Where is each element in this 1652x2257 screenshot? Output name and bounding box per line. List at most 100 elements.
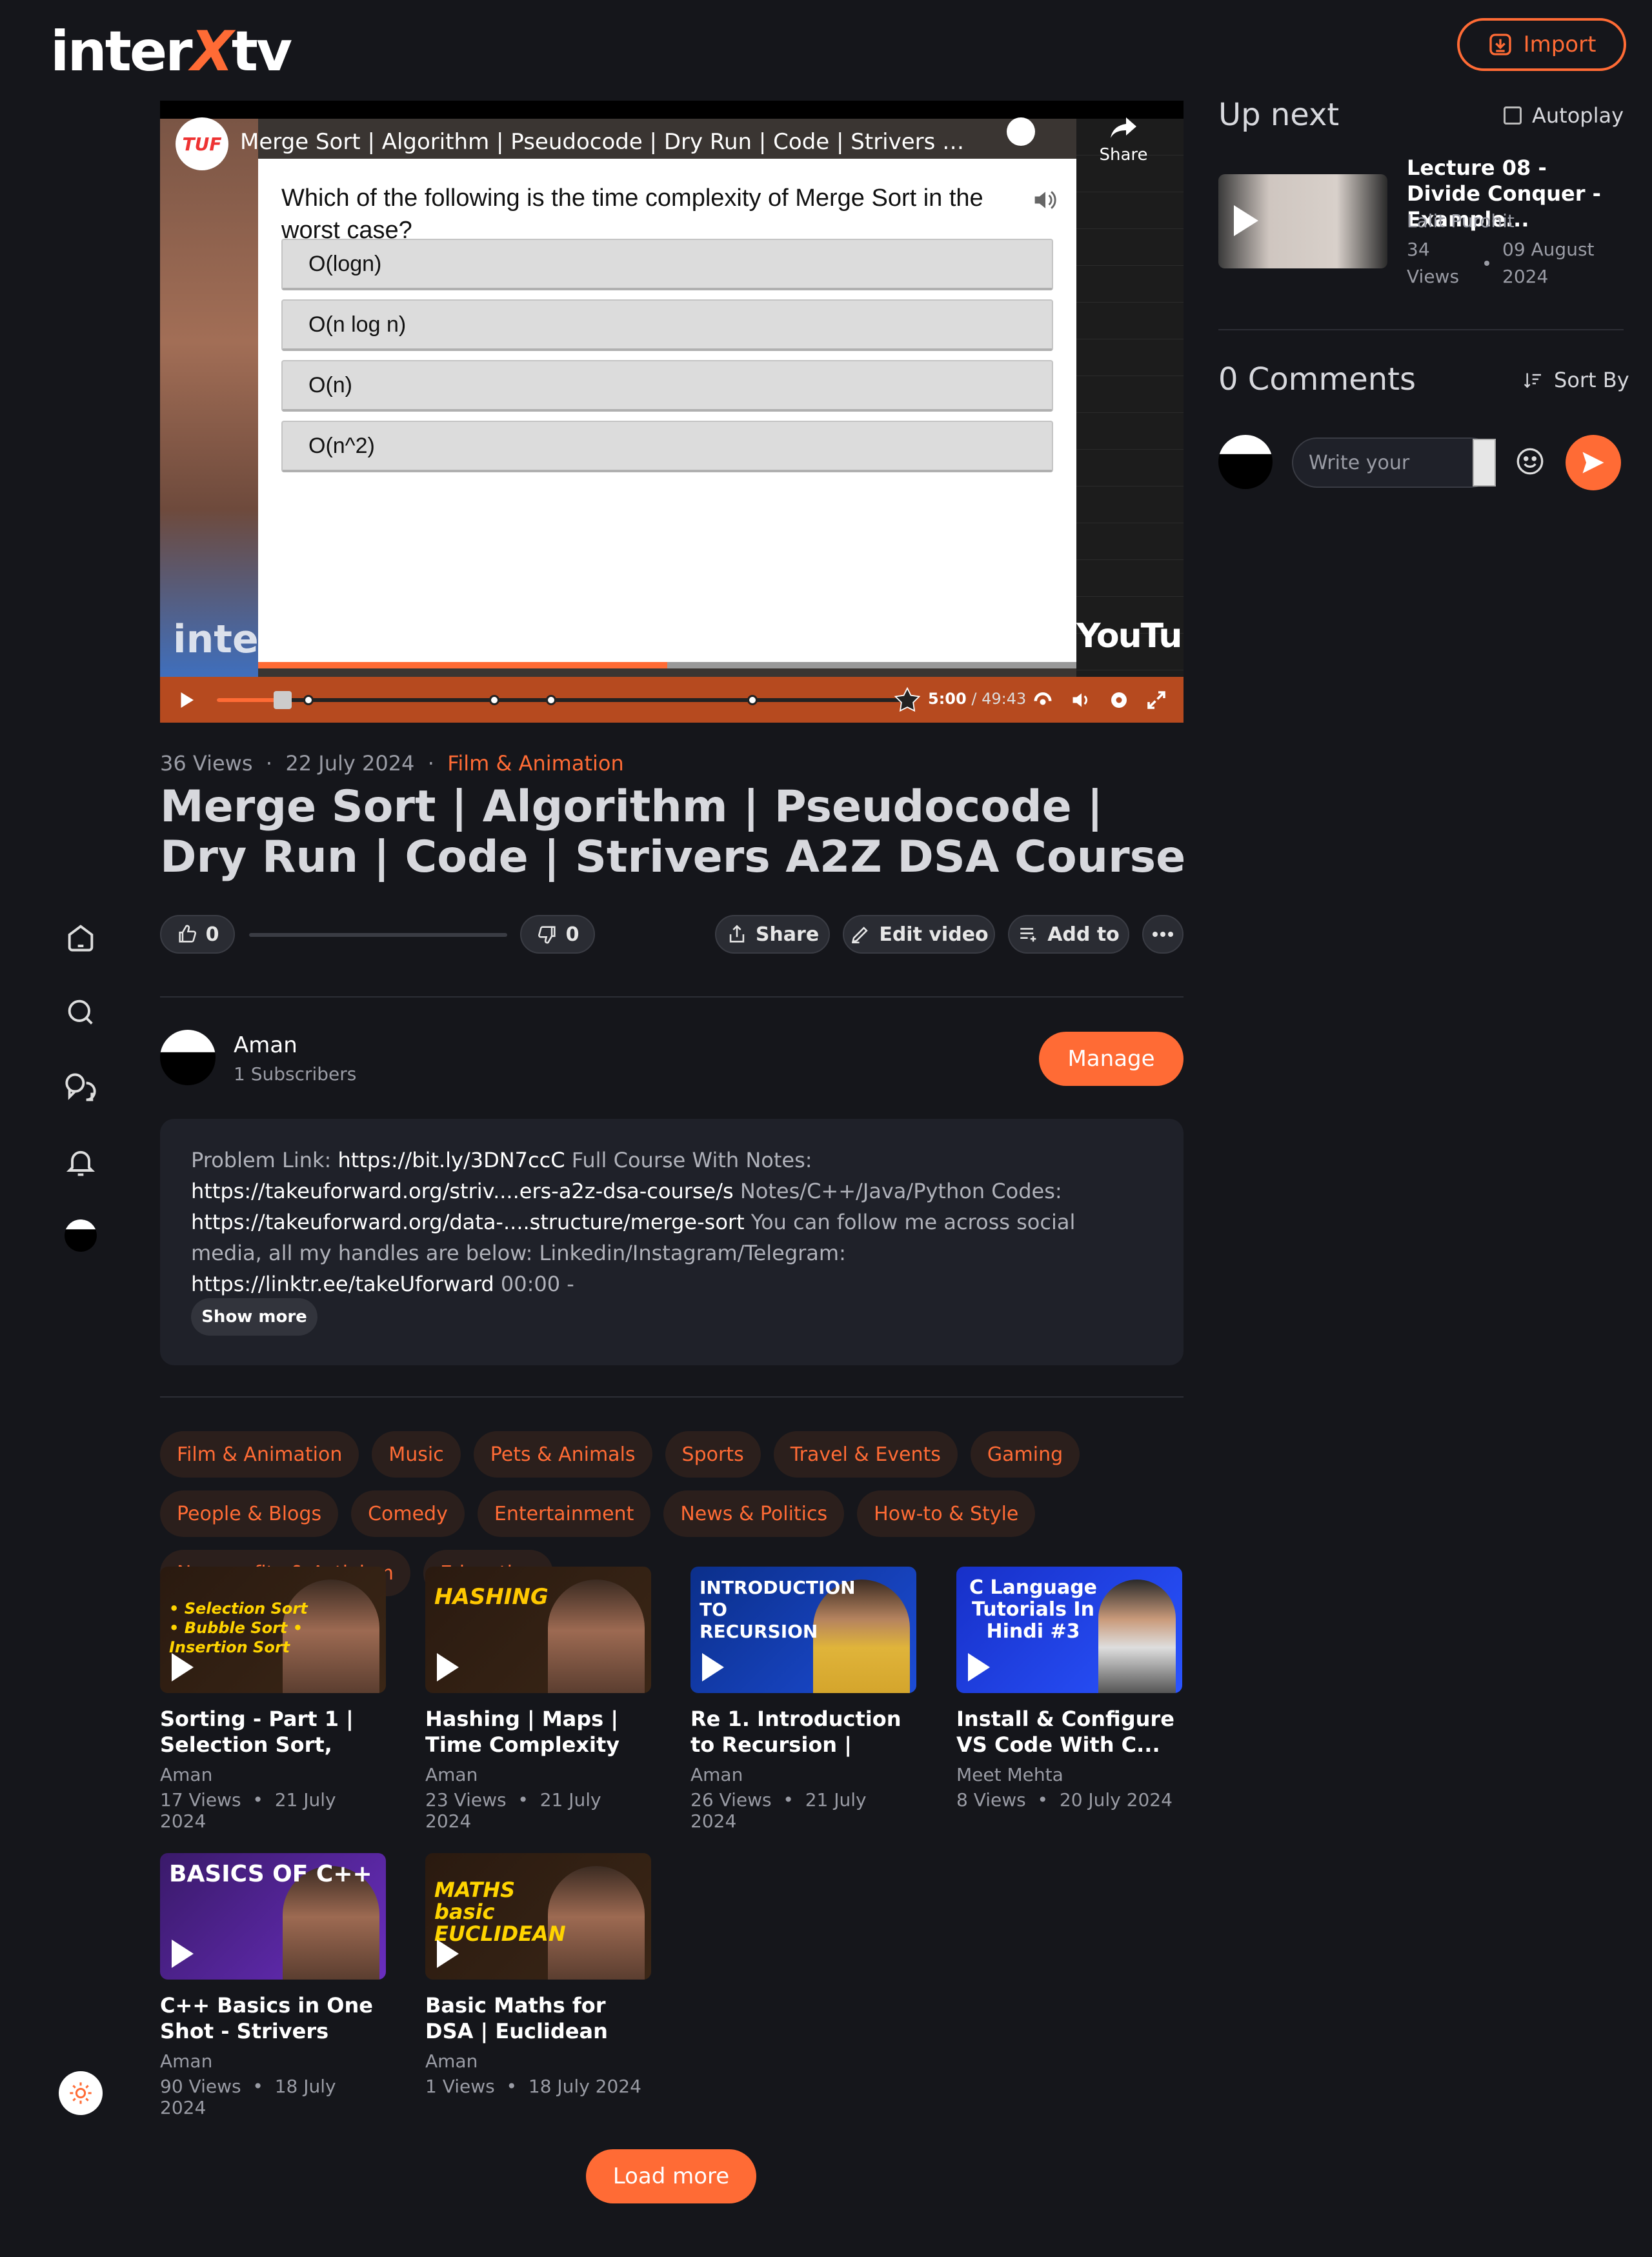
up-next-heading: Up next bbox=[1218, 97, 1340, 133]
logo-prefix: inter bbox=[50, 19, 193, 84]
home-icon[interactable] bbox=[62, 919, 99, 956]
video-card-title[interactable]: Hashing | Maps | Time Complexity |... bbox=[425, 1706, 651, 1758]
channel-name[interactable]: Aman bbox=[234, 1032, 297, 1058]
thumbnail-text: • Selection Sort • Bubble Sort • Inserti… bbox=[169, 1600, 308, 1656]
bell-icon[interactable] bbox=[62, 1143, 99, 1181]
video-card-author[interactable]: Aman bbox=[425, 1764, 651, 1785]
video-thumbnail[interactable]: INTRODUCTION TO RECURSION bbox=[690, 1567, 916, 1693]
desc-link[interactable]: https://bit.ly/3DN7ccC bbox=[337, 1148, 565, 1172]
category-chip[interactable]: Travel & Events bbox=[773, 1431, 958, 1478]
video-card-title[interactable]: C++ Basics in One Shot - Strivers A2Z... bbox=[160, 1992, 386, 2044]
dislike-button[interactable]: 0 bbox=[520, 915, 595, 954]
speaker-icon[interactable] bbox=[1031, 187, 1060, 216]
video-thumbnail[interactable]: • Selection Sort • Bubble Sort • Inserti… bbox=[160, 1567, 386, 1693]
category-chip[interactable]: Comedy bbox=[351, 1490, 465, 1537]
show-more-button[interactable]: Show more bbox=[191, 1298, 317, 1336]
video-player[interactable]: TUF Merge Sort | Algorithm | Pseudocode … bbox=[160, 101, 1184, 723]
emoji-icon[interactable] bbox=[1514, 445, 1546, 477]
send-comment-button[interactable] bbox=[1566, 435, 1621, 490]
thumbnail-presenter bbox=[548, 1580, 645, 1693]
logo[interactable]: interXtv bbox=[50, 19, 292, 84]
search-icon[interactable] bbox=[62, 994, 99, 1031]
comment-input-spinner[interactable] bbox=[1473, 439, 1496, 487]
category-chip[interactable]: People & Blogs bbox=[160, 1490, 339, 1537]
video-card-title[interactable]: Basic Maths for DSA | Euclidean Algorith… bbox=[425, 1992, 651, 2044]
load-more-button[interactable]: Load more bbox=[586, 2149, 756, 2203]
quiz-option[interactable]: O(n log n) bbox=[281, 299, 1053, 351]
category-chip[interactable]: Gaming bbox=[970, 1431, 1080, 1478]
video-card-author[interactable]: Aman bbox=[690, 1764, 916, 1785]
quiz-option[interactable]: O(logn) bbox=[281, 239, 1053, 290]
share-button[interactable]: Share bbox=[715, 915, 830, 954]
video-card-author[interactable]: Aman bbox=[160, 2051, 386, 2072]
desc-link[interactable]: https://takeuforward.org/data-....struct… bbox=[191, 1210, 745, 1234]
video-card[interactable]: C Language Tutorials In Hindi #3 Install… bbox=[956, 1567, 1182, 1811]
seek-handle[interactable] bbox=[274, 691, 292, 709]
video-card-title[interactable]: Install & Configure VS Code With C... bbox=[956, 1706, 1182, 1758]
video-thumbnail[interactable]: BASICS OF C++ bbox=[160, 1853, 386, 1980]
profile-avatar[interactable] bbox=[65, 1219, 97, 1252]
up-next-thumbnail[interactable] bbox=[1218, 174, 1387, 268]
video-card[interactable]: MATHS basic EUCLIDEAN Basic Maths for DS… bbox=[425, 1853, 651, 2097]
desc-link[interactable]: https://linktr.ee/takeUforward bbox=[191, 1272, 494, 1296]
video-card-author[interactable]: Aman bbox=[160, 1764, 386, 1785]
settings-icon[interactable] bbox=[1107, 688, 1131, 712]
video-card[interactable]: INTRODUCTION TO RECURSION Re 1. Introduc… bbox=[690, 1567, 916, 1832]
category-chip[interactable]: Music bbox=[372, 1431, 461, 1478]
time-total: 49:43 bbox=[982, 690, 1027, 708]
video-card[interactable]: BASICS OF C++ C++ Basics in One Shot - S… bbox=[160, 1853, 386, 2118]
dislike-count: 0 bbox=[565, 923, 579, 946]
manage-button[interactable]: Manage bbox=[1039, 1032, 1184, 1086]
autoplay-checkbox[interactable] bbox=[1504, 106, 1522, 125]
sun-icon bbox=[70, 2082, 92, 2104]
video-card-title[interactable]: Sorting - Part 1 | Selection Sort, Bubb.… bbox=[160, 1706, 386, 1758]
category-chip[interactable]: Entertainment bbox=[477, 1490, 651, 1537]
category-chip[interactable]: News & Politics bbox=[663, 1490, 845, 1537]
video-card[interactable]: HASHING Hashing | Maps | Time Complexity… bbox=[425, 1567, 651, 1832]
player-overlay-title[interactable]: Merge Sort | Algorithm | Pseudocode | Dr… bbox=[240, 129, 976, 155]
chapter-marker[interactable] bbox=[489, 695, 499, 705]
video-card-title[interactable]: Re 1. Introduction to Recursion | Recurs… bbox=[690, 1706, 916, 1758]
import-button[interactable]: Import bbox=[1457, 18, 1626, 71]
category-chip[interactable]: Sports bbox=[665, 1431, 761, 1478]
chat-icon[interactable] bbox=[62, 1068, 99, 1106]
channel-badge[interactable]: TUF bbox=[176, 117, 228, 170]
chapter-marker[interactable] bbox=[303, 695, 314, 705]
video-card-author[interactable]: Meet Mehta bbox=[956, 1764, 1182, 1785]
video-thumbnail[interactable]: MATHS basic EUCLIDEAN bbox=[425, 1853, 651, 1980]
desc-link[interactable]: https://takeuforward.org/striv....ers-a2… bbox=[191, 1179, 734, 1203]
channel-avatar[interactable] bbox=[160, 1030, 216, 1085]
fullscreen-icon[interactable] bbox=[1145, 688, 1168, 712]
volume-icon[interactable] bbox=[1070, 688, 1093, 712]
video-thumbnail[interactable]: C Language Tutorials In Hindi #3 bbox=[956, 1567, 1182, 1693]
quiz-option[interactable]: O(n^2) bbox=[281, 421, 1053, 472]
add-to-button[interactable]: Add to bbox=[1008, 915, 1129, 954]
category-chip[interactable]: Film & Animation bbox=[160, 1431, 359, 1478]
thumbnail-text: C Language Tutorials In Hindi #3 bbox=[969, 1576, 1098, 1643]
video-card-author[interactable]: Aman bbox=[425, 2051, 651, 2072]
category-chip[interactable]: Pets & Animals bbox=[473, 1431, 652, 1478]
player-top-strip bbox=[160, 101, 1184, 119]
quiz-marker-icon[interactable] bbox=[893, 686, 922, 714]
autoplay-toggle[interactable]: Autoplay bbox=[1504, 103, 1624, 128]
like-button[interactable]: 0 bbox=[160, 915, 235, 954]
speed-icon[interactable] bbox=[1031, 688, 1054, 712]
video-thumbnail[interactable]: HASHING bbox=[425, 1567, 651, 1693]
seek-bar[interactable] bbox=[217, 698, 905, 702]
more-options-button[interactable] bbox=[1142, 915, 1184, 954]
chapter-marker[interactable] bbox=[747, 695, 758, 705]
up-next-stats: 34 Views 09 August 2024 bbox=[1407, 236, 1626, 290]
play-icon[interactable] bbox=[174, 688, 197, 712]
edit-video-button[interactable]: Edit video bbox=[843, 915, 995, 954]
video-category-link[interactable]: Film & Animation bbox=[447, 751, 623, 776]
up-next-author[interactable]: Lalit Purohit bbox=[1407, 210, 1515, 232]
comment-input[interactable]: Write your bbox=[1292, 437, 1496, 488]
watch-later-icon[interactable] bbox=[1007, 117, 1035, 146]
video-card[interactable]: • Selection Sort • Bubble Sort • Inserti… bbox=[160, 1567, 386, 1832]
category-chip[interactable]: How-to & Style bbox=[857, 1490, 1036, 1537]
quiz-option[interactable]: O(n) bbox=[281, 360, 1053, 412]
theme-toggle-button[interactable] bbox=[59, 2071, 103, 2115]
player-share-button[interactable]: Share bbox=[1097, 115, 1150, 165]
sort-by-button[interactable]: Sort By bbox=[1523, 368, 1629, 392]
chapter-marker[interactable] bbox=[546, 695, 556, 705]
